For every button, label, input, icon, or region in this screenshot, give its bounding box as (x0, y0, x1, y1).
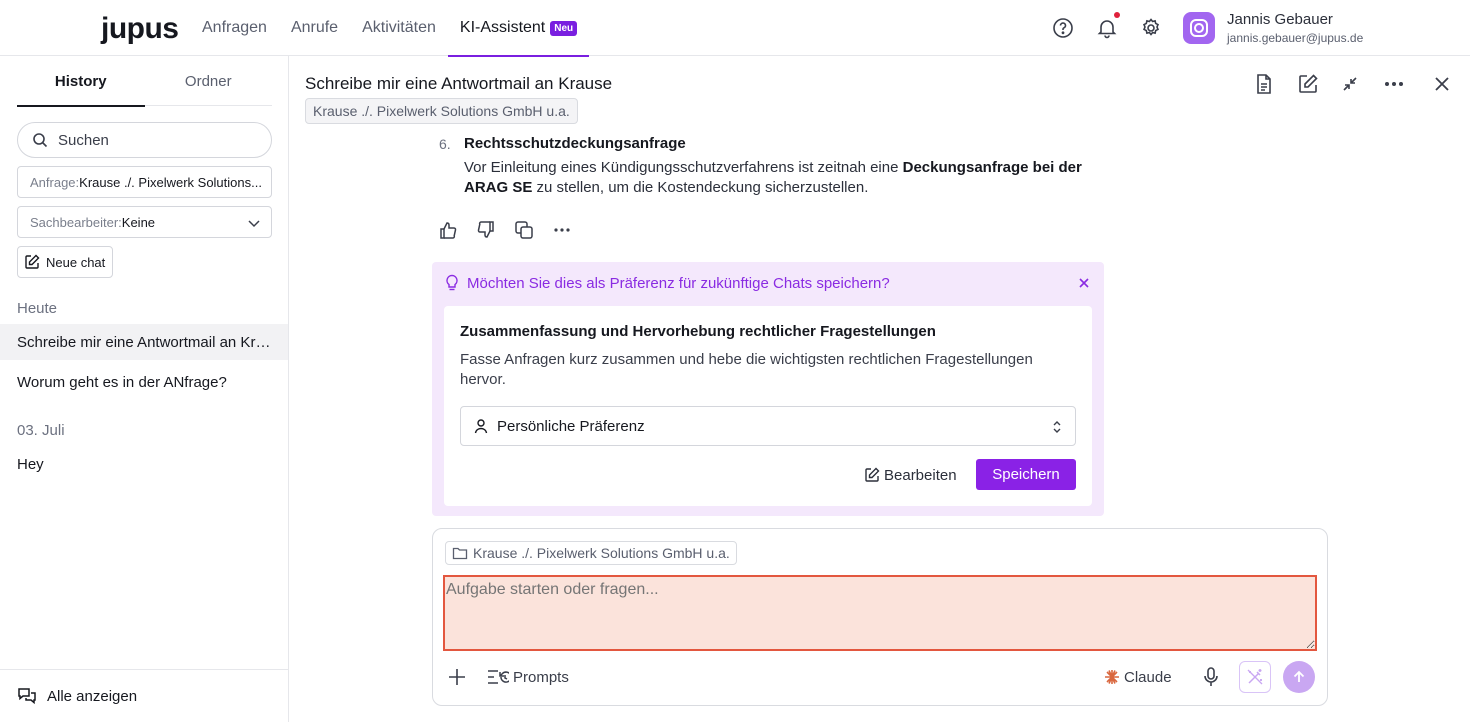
composer-context-label: Krause ./. Pixelwerk Solutions GmbH u.a. (473, 545, 730, 561)
new-badge: Neu (550, 20, 578, 36)
show-all-label: Alle anzeigen (47, 687, 138, 705)
section-heute: Heute (17, 300, 58, 317)
model-selector[interactable]: Claude (1104, 666, 1172, 688)
list-item[interactable]: Schreibe mir eine Antwortmail an Krause (0, 324, 288, 360)
filter-anfrage-label: Anfrage: (30, 174, 80, 190)
preference-question: Möchten Sie dies als Präferenz für zukün… (467, 275, 890, 292)
new-chat-label: Neue chat (46, 254, 106, 270)
chevron-down-icon (248, 220, 260, 228)
preference-title: Zusammenfassung und Hervorhebung rechtli… (460, 323, 936, 340)
thumbs-up-icon[interactable] (438, 220, 458, 240)
bell-icon[interactable] (1095, 16, 1119, 40)
list-item[interactable]: Worum geht es in der ANfrage? (0, 364, 288, 400)
filter-anfrage-value: Krause ./. Pixelwerk Solutions... (79, 174, 262, 190)
close-icon[interactable] (1430, 72, 1454, 96)
message-actions (438, 220, 572, 240)
gear-icon[interactable] (1139, 16, 1163, 40)
chat-title-item: Schreibe mir eine Antwortmail an Krause (17, 333, 271, 351)
user-email: jannis.gebauer@jupus.de (1227, 31, 1364, 45)
filter-sachbearbeiter-value: Keine (121, 214, 156, 230)
notification-dot (1114, 12, 1120, 18)
app-logo[interactable]: jupus (101, 12, 179, 46)
preference-scope-value: Persönliche Präferenz (497, 417, 645, 435)
main-nav: Anfragen Anrufe Aktivitäten KI-Assistent… (190, 0, 590, 57)
search-input[interactable]: Suchen (17, 122, 272, 158)
filter-anfrage[interactable]: Anfrage: Krause ./. Pixelwerk Solutions.… (17, 166, 272, 198)
filter-sachbearbeiter[interactable]: Sachbearbeiter: Keine (17, 206, 272, 238)
edit-preference-label: Bearbeiten (884, 466, 957, 484)
nav-aktivitaeten[interactable]: Aktivitäten (350, 0, 448, 56)
tab-history[interactable]: History (17, 56, 145, 107)
send-button[interactable] (1283, 661, 1315, 693)
list-text: Vor Einleitung eines Kündigungsschutzver… (464, 158, 1094, 198)
preference-description: Fasse Anfragen kurz zusammen und hebe di… (460, 351, 1033, 388)
claude-logo-icon (1105, 670, 1119, 684)
copy-icon[interactable] (514, 220, 534, 240)
list-text-part-2: zu stellen, um die Kostendeckung sicherz… (532, 179, 869, 196)
matter-chip[interactable]: Krause ./. Pixelwerk Solutions GmbH u.a. (305, 98, 578, 124)
list-number: 6. (439, 136, 451, 152)
section-date: 03. Juli (17, 422, 65, 439)
show-all-button[interactable]: Alle anzeigen (0, 669, 288, 722)
prompts-icon (488, 670, 509, 684)
new-chat-button[interactable]: Neue chat (17, 246, 113, 278)
thumbs-down-icon[interactable] (476, 220, 496, 240)
magic-wand-icon (1247, 669, 1263, 685)
document-icon[interactable] (1252, 72, 1276, 96)
history-sidebar: History Ordner Suchen Anfrage: Krause ./… (0, 56, 289, 722)
list-item[interactable]: Hey (0, 446, 288, 482)
lightbulb-icon (444, 274, 460, 292)
nav-anrufe[interactable]: Anrufe (279, 0, 350, 56)
close-icon[interactable] (1077, 276, 1091, 290)
folder-icon (452, 547, 468, 560)
help-icon[interactable] (1051, 16, 1075, 40)
model-name: Claude (1124, 668, 1172, 686)
nav-anfragen[interactable]: Anfragen (190, 0, 279, 56)
search-placeholder: Suchen (58, 131, 109, 149)
filter-sachbearbeiter-label: Sachbearbeiter: (30, 214, 122, 230)
edit-preference-button[interactable]: Bearbeiten (864, 460, 957, 490)
message-input[interactable] (443, 575, 1317, 651)
chat-title-item: Worum geht es in der ANfrage? (17, 373, 227, 391)
composer-context-chip[interactable]: Krause ./. Pixelwerk Solutions GmbH u.a. (445, 541, 737, 565)
prompts-button[interactable]: Prompts (487, 666, 569, 688)
edit-icon (865, 467, 880, 482)
arrow-up-icon (1293, 670, 1305, 682)
nav-ki-assistent[interactable]: KI-Assistent Neu (447, 0, 590, 57)
user-icon (474, 419, 488, 434)
avatar[interactable] (1183, 12, 1215, 44)
save-preference-button[interactable]: Speichern (976, 459, 1076, 490)
edit-icon (25, 254, 40, 269)
more-options-icon[interactable] (552, 220, 572, 240)
user-name[interactable]: Jannis Gebauer (1227, 11, 1333, 28)
add-attachment-icon[interactable] (446, 666, 468, 688)
edit-icon[interactable] (1296, 72, 1320, 96)
chat-bubbles-icon (18, 688, 36, 705)
prompts-label: Prompts (513, 668, 569, 686)
list-text-part-1: Vor Einleitung eines Kündigungsschutzver… (464, 159, 903, 176)
top-navigation-bar: jupus Anfragen Anrufe Aktivitäten KI-Ass… (0, 0, 1470, 57)
nav-ki-assistent-label: KI-Assistent (459, 19, 546, 36)
more-options-icon[interactable] (1382, 72, 1406, 96)
search-icon (33, 133, 48, 148)
list-heading: Rechtsschutzdeckungsanfrage (464, 135, 686, 152)
microphone-icon[interactable] (1201, 666, 1221, 688)
collapse-icon[interactable] (1338, 72, 1362, 96)
chevron-up-down-icon (1053, 421, 1061, 433)
sidebar-tabs: History Ordner (17, 56, 273, 107)
page-title: Schreibe mir eine Antwortmail an Krause (305, 74, 613, 93)
chat-title-item: Hey (17, 455, 44, 473)
tab-ordner[interactable]: Ordner (145, 56, 273, 106)
preference-scope-select[interactable]: Persönliche Präferenz (460, 406, 1076, 446)
magic-wand-button[interactable] (1239, 661, 1271, 693)
